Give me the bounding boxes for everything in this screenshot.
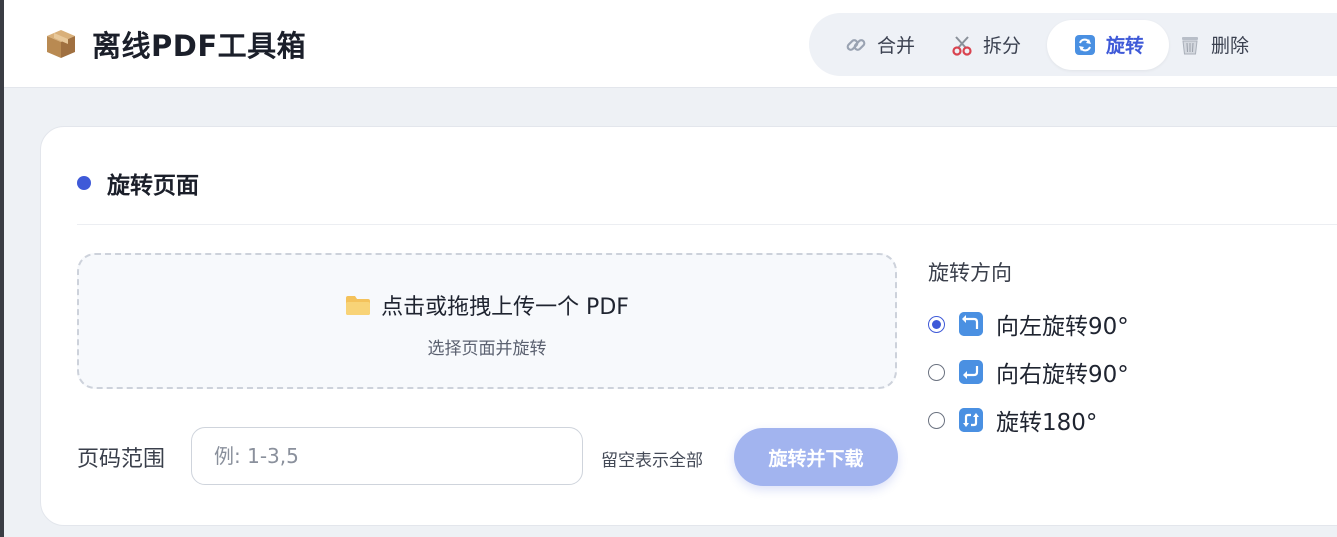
card-header: 旋转页面 xyxy=(77,165,199,201)
tab-delete-label: 删除 xyxy=(1211,35,1250,57)
dropzone-main-text: 点击或拖拽上传一个 PDF xyxy=(381,295,629,320)
dropzone-main: 点击或拖拽上传一个 PDF xyxy=(79,289,895,321)
folder-icon xyxy=(346,296,371,315)
scissors-icon xyxy=(952,35,972,56)
tab-merge[interactable]: 合并 xyxy=(835,20,941,70)
page-range-label: 页码范围 xyxy=(77,447,166,472)
rotate-180-icon xyxy=(959,408,983,432)
rotate-right-icon xyxy=(959,360,983,384)
radio-rotate-left[interactable] xyxy=(928,315,945,333)
page-range-hint: 留空表示全部 xyxy=(601,451,703,471)
tab-merge-label: 合并 xyxy=(877,35,916,57)
app-header: 离线PDF工具箱 合并 拆分 旋转 删除 xyxy=(4,0,1337,88)
app-window: 离线PDF工具箱 合并 拆分 旋转 删除 旋转页面 点击或拖拽上传一个 PDF … xyxy=(0,0,1337,537)
rotate-right-label: 向右旋转90° xyxy=(996,362,1129,388)
rotate-card: 旋转页面 点击或拖拽上传一个 PDF 选择页面并旋转 页码范围 留空表示全部 旋… xyxy=(40,126,1337,526)
card-title: 旋转页面 xyxy=(107,173,199,199)
package-icon xyxy=(47,30,75,58)
radio-rotate-right[interactable] xyxy=(928,363,945,381)
app-title: 离线PDF工具箱 xyxy=(92,29,307,63)
tab-split[interactable]: 拆分 xyxy=(941,20,1047,70)
title-dot-icon xyxy=(77,176,91,190)
tab-rotate[interactable]: 旋转 xyxy=(1047,19,1170,70)
brand: 离线PDF工具箱 xyxy=(44,22,306,66)
rotate-left-label: 向左旋转90° xyxy=(996,314,1129,340)
link-icon xyxy=(846,38,866,51)
trash-icon xyxy=(1182,36,1199,54)
rotate-left-icon xyxy=(959,312,983,336)
direction-title: 旋转方向 xyxy=(928,261,1012,285)
option-rotate-180[interactable]: 旋转180° xyxy=(928,404,1097,436)
dropzone-sub-text: 选择页面并旋转 xyxy=(427,339,547,359)
tab-rotate-label: 旋转 xyxy=(1106,35,1145,57)
tool-tabs: 合并 拆分 旋转 删除 xyxy=(809,13,1337,76)
tab-split-label: 拆分 xyxy=(983,35,1022,57)
rotate-icon xyxy=(1075,34,1096,55)
rotate-download-button[interactable]: 旋转并下载 xyxy=(734,428,898,486)
option-rotate-right[interactable]: 向右旋转90° xyxy=(928,356,1129,388)
page-range-input[interactable] xyxy=(191,427,583,485)
radio-rotate-180[interactable] xyxy=(928,411,945,429)
option-rotate-left[interactable]: 向左旋转90° xyxy=(928,308,1129,340)
card-divider xyxy=(77,224,1337,225)
rotate-180-label: 旋转180° xyxy=(996,410,1098,436)
pdf-dropzone[interactable]: 点击或拖拽上传一个 PDF 选择页面并旋转 xyxy=(77,253,897,389)
tab-delete[interactable]: 删除 xyxy=(1169,20,1275,70)
